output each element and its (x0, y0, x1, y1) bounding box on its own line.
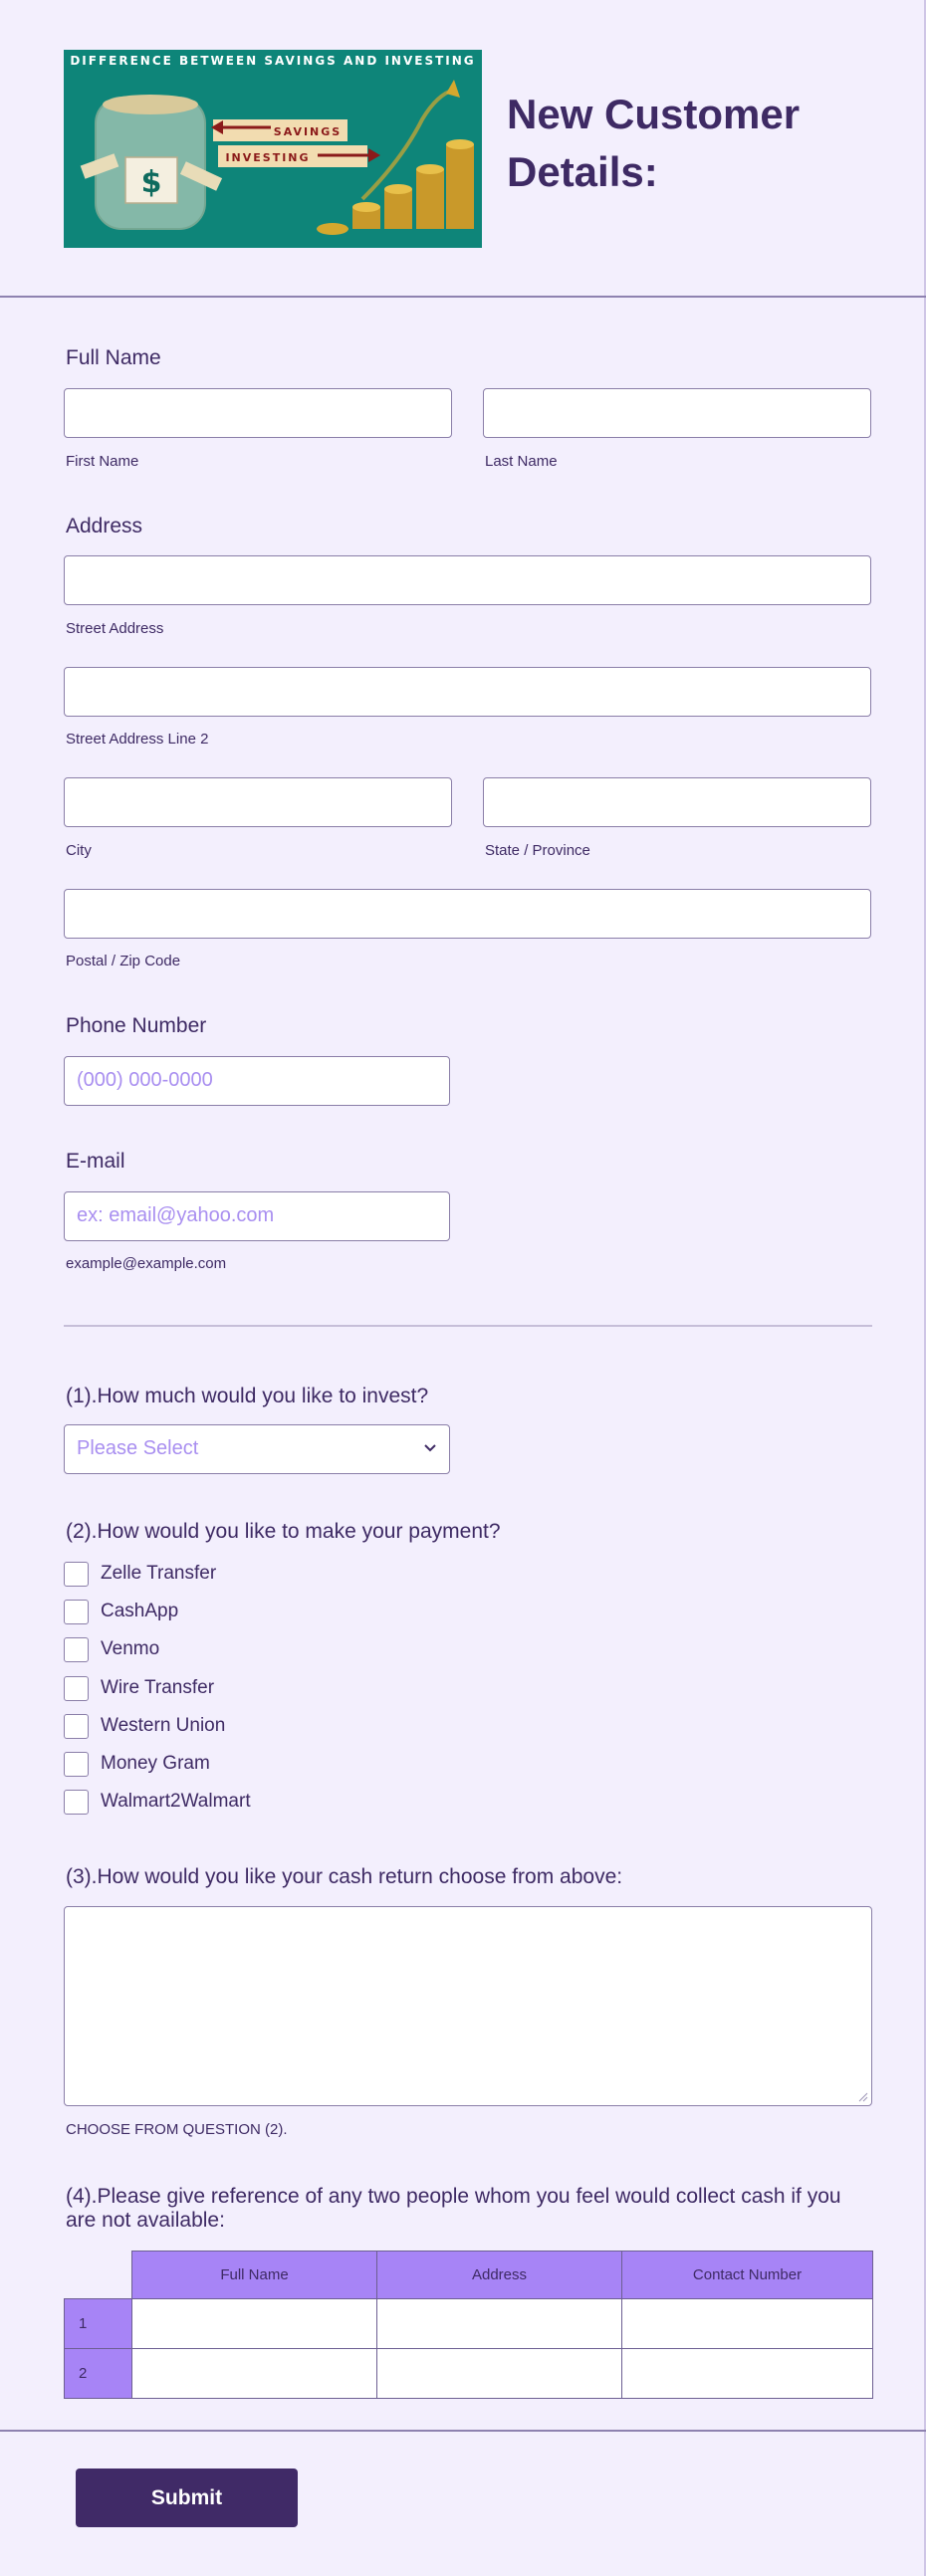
q4-label-line1: (4).Please give reference of any two peo… (66, 2185, 841, 2208)
column-header-address: Address (376, 2251, 622, 2299)
address-label: Address (66, 515, 143, 537)
footer-divider (0, 2430, 926, 2432)
state-sublabel: State / Province (485, 842, 590, 859)
row-header: 1 (64, 2298, 132, 2349)
cash-return-textarea[interactable] (64, 1906, 872, 2106)
first-name-input[interactable] (64, 388, 452, 438)
resize-handle-icon[interactable] (858, 2092, 868, 2102)
email-sublabel: example@example.com (66, 1255, 227, 1272)
street-address-line2-sublabel: Street Address Line 2 (66, 731, 209, 748)
checkbox[interactable] (64, 1599, 89, 1624)
state-input[interactable] (483, 777, 871, 827)
checkbox[interactable] (64, 1713, 89, 1739)
postal-code-sublabel: Postal / Zip Code (66, 953, 181, 969)
payment-option-money-gram[interactable]: Money Gram (64, 1751, 210, 1777)
banner-illustration: $ SAVINGS INVESTING (80, 80, 474, 235)
phone-label: Phone Number (66, 1014, 207, 1037)
checkbox[interactable] (64, 1789, 89, 1815)
invest-amount-selected: Please Select (77, 1437, 199, 1459)
section-divider (64, 1325, 872, 1327)
phone-input[interactable]: (000) 000-0000 (64, 1056, 450, 1106)
table-row: 2 (64, 2348, 873, 2399)
postal-code-input[interactable] (64, 889, 871, 939)
checkbox[interactable] (64, 1751, 89, 1777)
payment-option-walmart2walmart[interactable]: Walmart2Walmart (64, 1789, 251, 1815)
page-title: New Customer Details: (507, 86, 895, 201)
first-name-sublabel: First Name (66, 453, 139, 470)
checkbox[interactable] (64, 1675, 89, 1701)
q4-label-line2: are not available: (66, 2209, 225, 2232)
email-input[interactable]: ex: email@yahoo.com (64, 1191, 450, 1241)
street-address-line2-input[interactable] (64, 667, 871, 717)
q2-label: (2).How would you like to make your paym… (66, 1520, 501, 1543)
table-cell-input[interactable] (621, 2298, 873, 2349)
investing-label: INVESTING (225, 151, 310, 164)
table-corner (65, 2252, 132, 2299)
table-header-row: Full Name Address Contact Number (65, 2251, 873, 2299)
q4-label: (4).Please give reference of any two peo… (66, 2185, 882, 2233)
q3-label: (3).How would you like your cash return … (66, 1865, 623, 1888)
table-row: 1 (64, 2298, 873, 2349)
table-cell-input[interactable] (621, 2348, 873, 2399)
table-cell-input[interactable] (131, 2348, 377, 2399)
city-input[interactable] (64, 777, 452, 827)
checkbox[interactable] (64, 1636, 89, 1662)
q3-sublabel: CHOOSE FROM QUESTION (2). (66, 2121, 288, 2138)
full-name-label: Full Name (66, 346, 161, 369)
payment-option-wire-transfer[interactable]: Wire Transfer (64, 1675, 214, 1701)
table-cell-input[interactable] (376, 2348, 622, 2399)
chevron-down-icon (424, 1444, 436, 1452)
street-address-input[interactable] (64, 555, 871, 605)
row-header: 2 (64, 2348, 132, 2399)
payment-option-label: Venmo (101, 1638, 160, 1659)
table-cell-input[interactable] (376, 2298, 622, 2349)
payment-option-label: Walmart2Walmart (101, 1791, 251, 1812)
payment-option-zelle[interactable]: Zelle Transfer (64, 1561, 216, 1587)
form-header: DIFFERENCE BETWEEN SAVINGS AND INVESTING… (0, 0, 926, 298)
payment-option-label: Zelle Transfer (101, 1563, 217, 1584)
payment-option-label: Western Union (101, 1715, 226, 1736)
payment-option-cashapp[interactable]: CashApp (64, 1599, 178, 1624)
table-cell-input[interactable] (131, 2298, 377, 2349)
submit-button[interactable]: Submit (76, 2469, 298, 2527)
last-name-sublabel: Last Name (485, 453, 558, 470)
savings-label: SAVINGS (274, 125, 342, 138)
last-name-input[interactable] (483, 388, 871, 438)
payment-option-label: CashApp (101, 1601, 179, 1621)
street-address-sublabel: Street Address (66, 620, 164, 637)
reference-table: Full Name Address Contact Number 1 2 (64, 2251, 873, 2399)
invest-amount-select[interactable]: Please Select (64, 1424, 450, 1474)
payment-option-label: Wire Transfer (101, 1677, 215, 1698)
checkbox[interactable] (64, 1561, 89, 1587)
payment-option-western-union[interactable]: Western Union (64, 1713, 225, 1739)
column-header-full-name: Full Name (131, 2251, 377, 2299)
page-title-line1: New Customer (507, 91, 801, 137)
city-sublabel: City (66, 842, 92, 859)
email-label: E-mail (66, 1150, 125, 1173)
dollar-sign-icon: $ (141, 165, 162, 200)
payment-option-label: Money Gram (101, 1753, 210, 1774)
page-title-line2: Details: (507, 148, 658, 195)
payment-option-venmo[interactable]: Venmo (64, 1636, 159, 1662)
column-header-contact-number: Contact Number (621, 2251, 873, 2299)
banner-image: DIFFERENCE BETWEEN SAVINGS AND INVESTING… (64, 50, 482, 248)
q1-label: (1).How much would you like to invest? (66, 1385, 429, 1407)
